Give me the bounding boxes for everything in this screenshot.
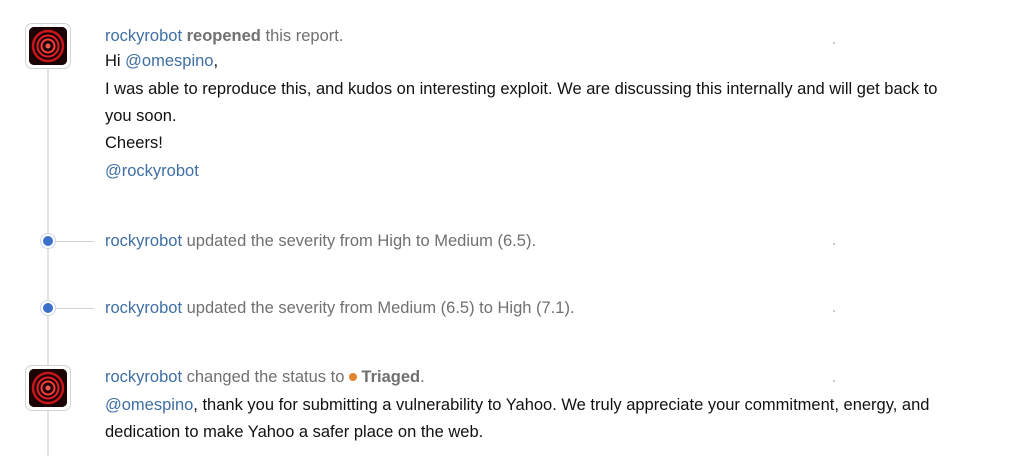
connector-line (56, 241, 94, 242)
activity-header: rockyrobot reopened this report. (105, 25, 343, 47)
event-description: updated the severity from Medium (6.5) t… (182, 299, 575, 317)
rockyrobot-avatar-icon[interactable] (25, 23, 71, 69)
activity-event-text: rockyrobot updated the severity from Med… (105, 297, 575, 319)
actor-link[interactable]: rockyrobot (105, 27, 182, 45)
comment-line: dedication to make Yahoo a safer place o… (105, 423, 484, 441)
comment-line: I was able to reproduce this, and kudos … (105, 80, 938, 98)
mention-link[interactable]: @omespino (105, 396, 193, 414)
timestamp-marker (833, 42, 835, 44)
status-badge: Triaged (361, 368, 421, 386)
actor-link[interactable]: rockyrobot (105, 299, 182, 317)
actor-link[interactable]: rockyrobot (105, 368, 182, 386)
timestamp-marker (833, 380, 835, 382)
activity-event-text: rockyrobot updated the severity from Hig… (105, 230, 536, 252)
activity-header: rockyrobot changed the status to Triaged. (105, 366, 425, 388)
greeting-text: Hi (105, 52, 126, 70)
timeline-dot-icon (41, 234, 55, 248)
rockyrobot-avatar-icon[interactable] (25, 365, 71, 411)
timestamp-marker (833, 243, 835, 245)
comment-line: Cheers! (105, 134, 163, 152)
actor-link[interactable]: rockyrobot (105, 232, 182, 250)
event-description: updated the severity from High to Medium… (182, 232, 537, 250)
status-dot-icon (349, 373, 358, 382)
action-suffix: this report. (260, 27, 344, 45)
action-label: reopened (186, 27, 261, 45)
mention-link[interactable]: @omespino (125, 52, 213, 70)
comment-line: @omespino, thank you for submitting a vu… (105, 394, 929, 416)
avatar-image (29, 369, 67, 407)
timeline-dot-icon (41, 301, 55, 315)
connector-line (56, 308, 94, 309)
signature-link[interactable]: @rockyrobot (105, 160, 199, 182)
comment-line: you soon. (105, 107, 177, 125)
avatar-image (29, 27, 67, 65)
status-end: . (420, 368, 425, 386)
action-prefix: changed the status to (182, 368, 345, 386)
comment-greeting: Hi @omespino, (105, 50, 218, 72)
greeting-end: , (213, 52, 219, 70)
comment-text: , thank you for submitting a vulnerabili… (193, 396, 930, 414)
timestamp-marker (833, 310, 835, 312)
